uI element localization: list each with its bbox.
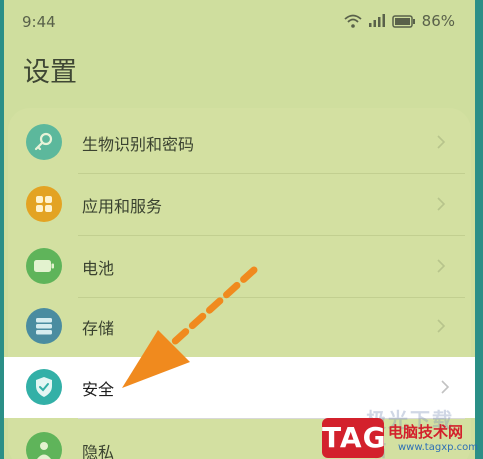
phone-screen: 9:44 86% 设置 生物识别和密码 应用和服务 电池 存储 安全 隐私 极光… [4, 0, 475, 459]
watermark-title: 电脑技术网 [388, 423, 464, 441]
watermark-url: www.tagxp.com [398, 442, 478, 453]
annotation-arrow-icon [122, 266, 258, 388]
watermark-logo: TAG [322, 418, 386, 458]
